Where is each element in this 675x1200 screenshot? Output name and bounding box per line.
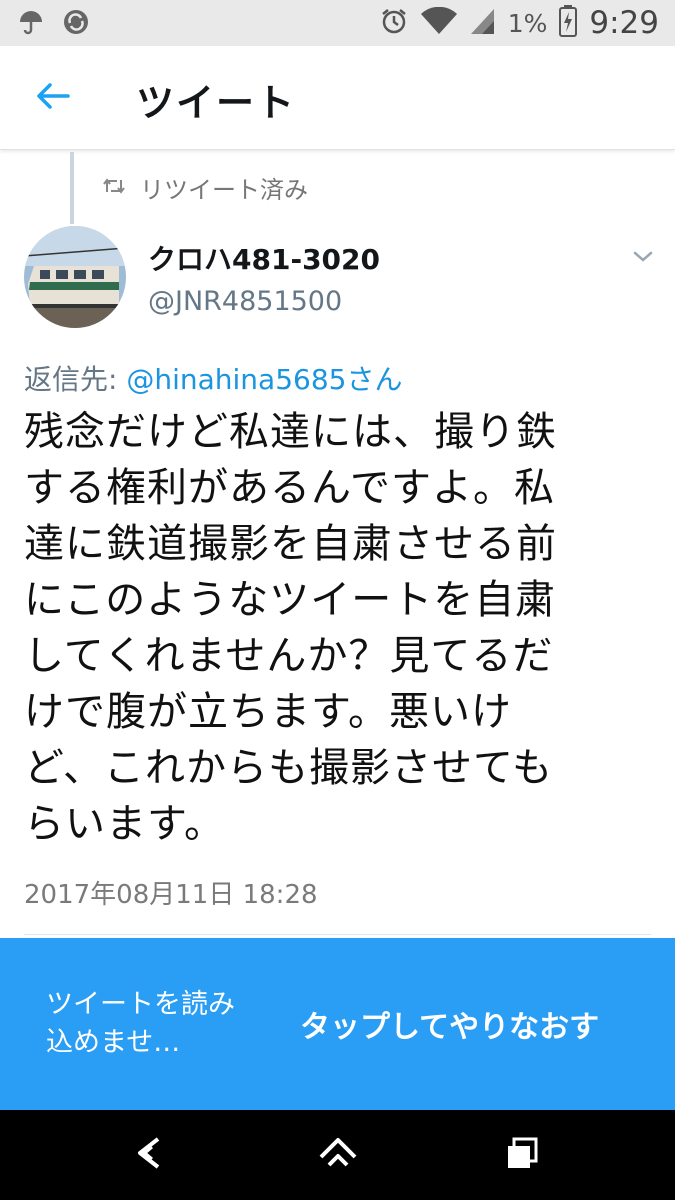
nav-recents-button[interactable] (492, 1128, 552, 1182)
tweet-text-line: ど、これからも撮影させても (24, 745, 553, 791)
clock: 9:29 (589, 5, 659, 41)
load-error-message: ツイートを読み込めませ… (46, 989, 235, 1058)
divider (24, 934, 651, 935)
alarm-icon (380, 7, 408, 39)
battery-percent: 1% (507, 8, 548, 38)
app-bar: ツイート (0, 46, 675, 150)
retweeted-indicator: リツイート済み (102, 170, 308, 205)
battery-charging-icon (559, 5, 578, 41)
tweet-text-line: らいます。 (24, 801, 225, 847)
reply-handle-link[interactable]: @hinahina5685さん (126, 363, 402, 396)
home-icon (318, 1135, 358, 1175)
system-nav-bar (0, 1110, 675, 1200)
wifi-icon (420, 6, 458, 39)
reply-context: 返信先: @hinahina5685さん (24, 358, 402, 398)
tweet-text-line: 残念だけど私達には、撮り鉄 (24, 409, 557, 455)
tweet-text: 残念だけど私達には、撮り鉄 する権利があるんですよ。私 達に鉄道撮影を自粛させる… (24, 404, 664, 852)
load-error-banner[interactable]: ツイートを読み込めませ… タップしてやりなおす (0, 938, 675, 1110)
tweet-text-line: する権利があるんですよ。私 (24, 465, 555, 511)
back-arrow-icon (36, 82, 70, 114)
reply-prefix: 返信先: (24, 363, 127, 396)
thread-connector-line (70, 152, 74, 224)
tweet-text-line: 達に鉄道撮影を自粛させる前 (24, 521, 557, 567)
avatar[interactable] (24, 226, 126, 328)
sync-icon (62, 8, 90, 40)
author-name[interactable]: クロハ481-3020 (148, 238, 380, 278)
tweet-text-line: してくれませんか？見てるだ (24, 633, 554, 679)
nav-home-button[interactable] (308, 1128, 368, 1182)
signal-icon (470, 7, 496, 39)
chevron-down-icon[interactable] (628, 244, 658, 268)
tweet-timestamp: 2017年08月11日 18:28 (24, 880, 318, 910)
nav-back-button[interactable] (120, 1128, 180, 1182)
tweet-text-line: けで腹が立ちます。悪いけ (24, 689, 512, 735)
page-title: ツイート (136, 81, 297, 125)
umbrella-icon (18, 9, 44, 39)
author-handle[interactable]: @JNR4851500 (148, 286, 342, 317)
nav-back-icon (132, 1135, 168, 1175)
status-bar: 1% 9:29 (0, 0, 675, 46)
recents-icon (505, 1136, 539, 1174)
back-button[interactable] (22, 70, 84, 126)
retweet-icon (102, 176, 126, 200)
retweeted-label: リツイート済み (140, 176, 308, 204)
tweet-text-line: にこのようなツイートを自粛 (24, 577, 557, 623)
retry-button[interactable]: タップしてやりなおす (300, 1002, 599, 1046)
